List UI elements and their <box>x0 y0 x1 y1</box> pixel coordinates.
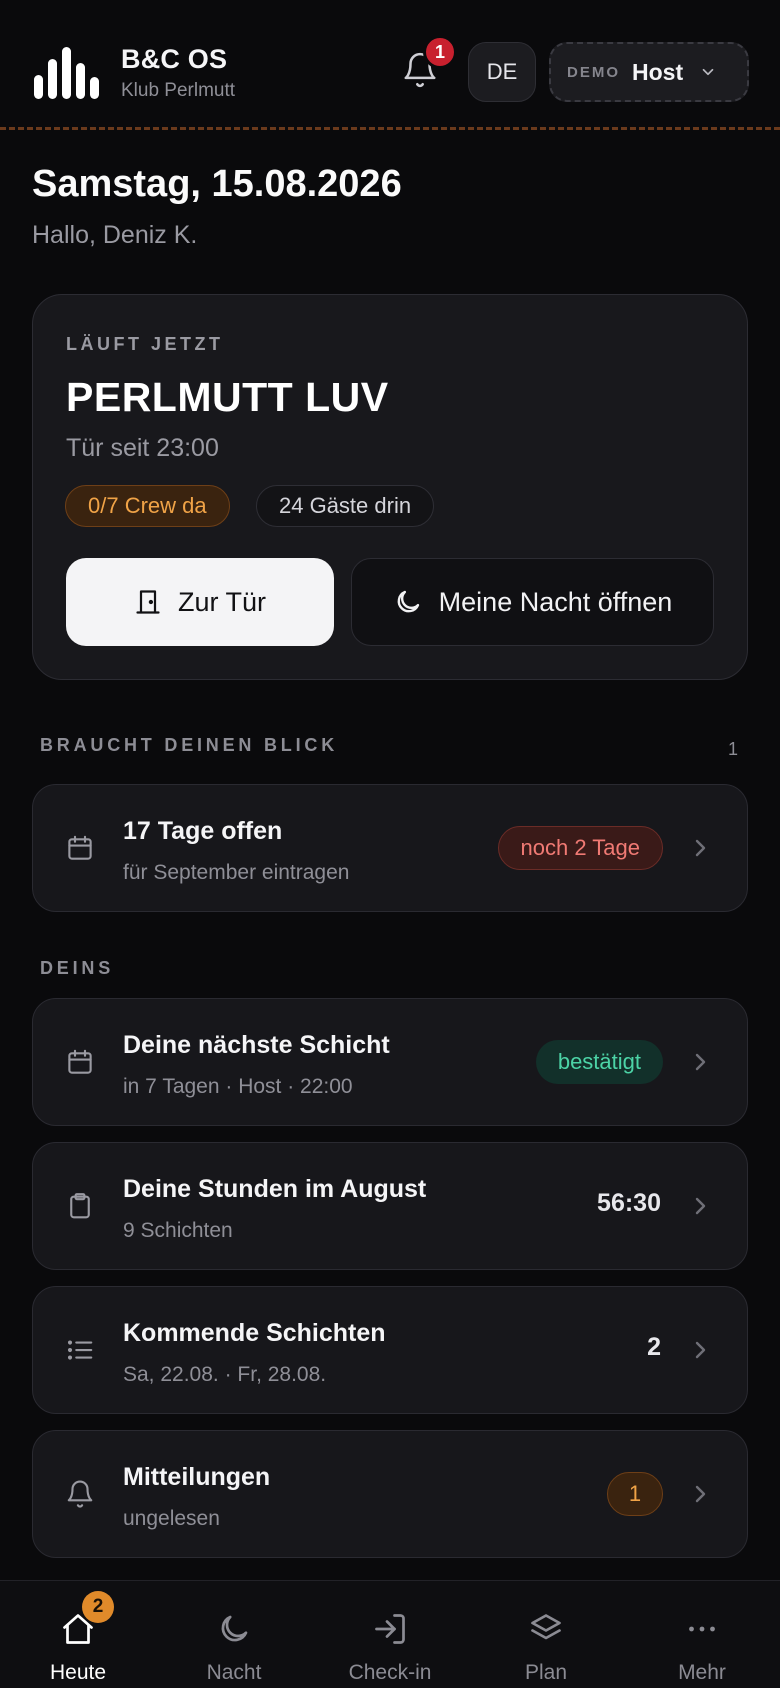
nav-item-more[interactable]: Mehr <box>624 1581 780 1688</box>
login-icon <box>375 1614 405 1644</box>
nav-item-night[interactable]: Nacht <box>156 1581 312 1688</box>
unread-badge: 1 <box>607 1472 663 1516</box>
header-divider <box>0 127 780 130</box>
go-to-door-button[interactable]: Zur Tür <box>66 558 334 646</box>
upcoming-count: 2 <box>647 1333 661 1361</box>
layers-icon <box>531 1614 561 1640</box>
hours-value: 56:30 <box>597 1189 661 1217</box>
greeting: Hallo, Deniz K. <box>32 221 198 249</box>
row-title: 17 Tage offen <box>123 817 283 845</box>
language-button[interactable]: DE <box>468 42 536 102</box>
role-name: Host <box>632 58 684 85</box>
nav-label: Mehr <box>678 1661 726 1684</box>
chevron-right-icon <box>695 1341 706 1359</box>
deadline-badge: noch 2 Tage <box>497 826 663 870</box>
nav-badge: 2 <box>82 1591 114 1623</box>
attention-count: 1 <box>727 739 738 759</box>
messages-row[interactable]: Mitteilungen ungelesen 1 <box>32 1430 748 1558</box>
chevron-right-icon <box>695 1197 706 1215</box>
row-subtitle: in 7 Tagen · Host · 22:00 <box>123 1075 353 1098</box>
role-switcher[interactable]: DEMO Host <box>549 42 749 102</box>
open-days-row[interactable]: 17 Tage offen für September eintragen no… <box>32 784 748 912</box>
row-subtitle: für September eintragen <box>123 861 350 884</box>
nav-label: Heute <box>49 1661 107 1684</box>
page-title: Samstag, 15.08.2026 <box>32 163 402 205</box>
chevron-right-icon <box>695 1053 706 1071</box>
hours-row[interactable]: Deine Stunden im August 9 Schichten 56:3… <box>32 1142 748 1270</box>
attention-section-label: BRAUCHT DEINEN BLICK <box>40 735 338 755</box>
list-icon <box>67 1340 93 1360</box>
row-title: Mitteilungen <box>123 1463 271 1491</box>
brand-title: B&C OS <box>121 44 228 74</box>
upcoming-shifts-row[interactable]: Kommende Schichten Sa, 22.08. · Fr, 28.0… <box>32 1286 748 1414</box>
notification-badge: 1 <box>423 35 457 69</box>
open-my-night-label: Meine Nacht öffnen <box>438 586 673 617</box>
clipboard-icon <box>70 1193 90 1219</box>
row-subtitle: 9 Schichten <box>123 1219 233 1242</box>
app-header: B&C OS Klub Perlmutt 1 DE DEMO Host <box>0 0 780 130</box>
current-event-title: PERLMUTT LUV <box>66 374 389 420</box>
mine-section-label: DEINS <box>40 958 115 978</box>
nav-label: Nacht <box>206 1661 262 1684</box>
moon-icon <box>221 1615 248 1642</box>
calendar-icon <box>68 1049 92 1074</box>
confirmed-badge: bestätigt <box>535 1040 663 1084</box>
current-event-label: LÄUFT JETZT <box>66 334 224 354</box>
row-subtitle: Sa, 22.08. · Fr, 28.08. <box>123 1363 327 1386</box>
row-subtitle: ungelesen <box>123 1507 220 1530</box>
nav-label: Check-in <box>348 1661 432 1684</box>
crew-status-pill: 0/7 Crew da <box>65 485 230 527</box>
next-shift-row[interactable]: Deine nächste Schicht in 7 Tagen · Host … <box>32 998 748 1126</box>
guests-count-pill: 24 Gäste drin <box>256 485 435 527</box>
bell-icon <box>67 1480 93 1508</box>
nav-label: Plan <box>524 1661 568 1684</box>
current-event-subtitle: Tür seit 23:00 <box>66 434 219 462</box>
brand-subtitle: Klub Perlmutt <box>121 80 236 101</box>
chevron-right-icon <box>695 839 706 857</box>
row-title: Deine nächste Schicht <box>123 1031 390 1059</box>
bottom-navigation: Heute 2 Nacht Check-in Plan Mehr <box>0 1580 780 1688</box>
row-title: Deine Stunden im August <box>123 1175 427 1203</box>
nav-item-plan[interactable]: Plan <box>468 1581 624 1688</box>
chevron-right-icon <box>695 1485 706 1503</box>
logo-bars-icon <box>34 47 99 99</box>
nav-item-today[interactable]: Heute 2 <box>0 1581 156 1688</box>
chevron-down-icon <box>702 68 714 76</box>
demo-label: DEMO <box>567 63 620 81</box>
row-title: Kommende Schichten <box>123 1319 386 1347</box>
calendar-icon <box>68 835 92 860</box>
nav-item-checkin[interactable]: Check-in <box>312 1581 468 1688</box>
moon-icon <box>397 590 419 613</box>
more-icon <box>689 1626 715 1632</box>
door-icon <box>136 590 160 614</box>
open-my-night-button[interactable]: Meine Nacht öffnen <box>351 558 714 646</box>
go-to-door-label: Zur Tür <box>177 586 266 617</box>
